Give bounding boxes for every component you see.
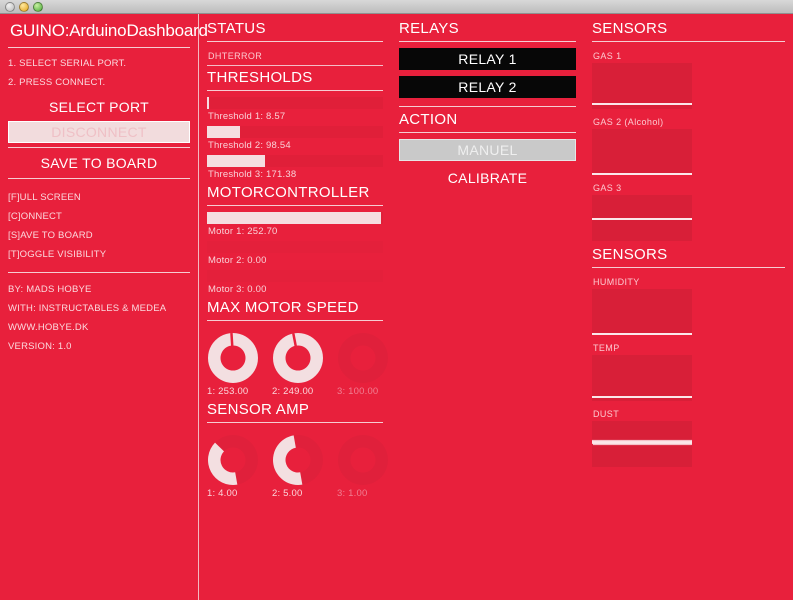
relays-panel: RELAYS RELAY 1 RELAY 2 ACTION MANUEL CAL…: [391, 14, 584, 189]
guino-dashboard-window: GUINO:ArduinoDashboard 1. SELECT SERIAL …: [0, 0, 793, 600]
sensor-amp-knob-3-label: 3: 1.00: [337, 488, 368, 499]
window-titlebar: [0, 0, 793, 14]
max-motor-speed-knob-2-label: 2: 249.00: [272, 386, 314, 397]
credit-partners: WITH: INSTRUCTABLES & MEDEA: [8, 303, 167, 314]
sensor-amp-knobs: 1: 4.00 2: 5.00 3: 1.00: [207, 429, 388, 499]
sensor-amp-knob-1[interactable]: [207, 434, 259, 486]
divider: [592, 41, 785, 42]
dust-graph: [592, 421, 692, 467]
gas-1-label: GAS 1: [593, 51, 622, 61]
motor-2-slider[interactable]: [207, 241, 383, 253]
relays-heading: RELAYS: [399, 20, 459, 37]
threshold-1-label: Threshold 1: 8.57: [208, 111, 286, 122]
gas-2-label: GAS 2 (Alcohol): [593, 117, 664, 127]
divider: [8, 272, 190, 273]
zoom-button[interactable]: [33, 1, 43, 12]
divider: [207, 65, 383, 66]
gas-3-label: GAS 3: [593, 183, 622, 193]
sensors-panel: SENSORS GAS 1 GAS 2 (Alcohol) GAS 3 SENS…: [584, 14, 793, 467]
shortcut-save-to-board[interactable]: [S]AVE TO BOARD: [8, 226, 190, 245]
max-motor-speed-knob-1[interactable]: [207, 332, 259, 384]
sensor-amp-knob-2-label: 2: 5.00: [272, 488, 303, 499]
motor-1-label: Motor 1: 252.70: [208, 226, 278, 237]
divider: [399, 106, 576, 107]
sensor-amp-knob-2[interactable]: [272, 434, 324, 486]
shortcut-connect[interactable]: [C]ONNECT: [8, 207, 190, 226]
max-motor-speed-heading: MAX MOTOR SPEED: [207, 299, 359, 316]
divider: [8, 47, 190, 48]
relay-2-button[interactable]: RELAY 2: [399, 76, 576, 98]
threshold-2-label: Threshold 2: 98.54: [208, 140, 291, 151]
max-motor-speed-knob-3[interactable]: [337, 332, 389, 384]
calibrate-button[interactable]: CALIBRATE: [399, 167, 576, 189]
gas-3-graph: [592, 195, 692, 241]
minimize-button[interactable]: [19, 1, 29, 12]
threshold-1-slider[interactable]: [207, 97, 383, 109]
motor-3-slider[interactable]: [207, 270, 383, 282]
motor-2-label: Motor 2: 0.00: [208, 255, 267, 266]
relay-1-button[interactable]: RELAY 1: [399, 48, 576, 70]
thresholds-heading: THRESHOLDS: [207, 69, 313, 86]
divider: [207, 41, 383, 42]
divider: [8, 178, 190, 179]
motor-3-label: Motor 3: 0.00: [208, 284, 267, 295]
save-to-board-button[interactable]: SAVE TO BOARD: [8, 152, 190, 174]
page-title: GUINO:ArduinoDashboard: [10, 21, 208, 40]
max-motor-speed-knob-1-label: 1: 253.00: [207, 386, 249, 397]
select-port-button[interactable]: SELECT PORT: [8, 96, 190, 118]
manuel-button[interactable]: MANUEL: [399, 139, 576, 161]
credit-version: VERSION: 1.0: [8, 341, 72, 352]
gas-2-graph: [592, 129, 692, 175]
motorcontroller-heading: MOTORCONTROLLER: [207, 184, 370, 201]
divider: [207, 205, 383, 206]
status-heading: STATUS: [207, 20, 266, 37]
divider: [207, 90, 383, 91]
divider: [399, 41, 576, 42]
divider: [207, 320, 383, 321]
humidity-graph: [592, 289, 692, 335]
temp-label: TEMP: [593, 343, 620, 353]
sensors-heading-bottom: SENSORS: [592, 246, 668, 263]
humidity-label: HUMIDITY: [593, 277, 640, 287]
disconnect-button[interactable]: DISCONNECT: [8, 121, 190, 143]
credit-author: BY: MADS HOBYE: [8, 284, 92, 295]
gas-1-graph: [592, 63, 692, 109]
max-motor-speed-knob-2[interactable]: [272, 332, 324, 384]
sensor-amp-knob-1-label: 1: 4.00: [207, 488, 238, 499]
motor-1-slider[interactable]: [207, 212, 383, 224]
status-panel: STATUS DHTERROR THRESHOLDS Threshold 1: …: [199, 14, 391, 499]
close-button[interactable]: [5, 1, 15, 12]
instruction-line-1: 1. SELECT SERIAL PORT.: [8, 58, 127, 69]
shortcut-fullscreen[interactable]: [F]ULL SCREEN: [8, 188, 190, 207]
shortcut-toggle-visibility[interactable]: [T]OGGLE VISIBILITY: [8, 245, 190, 264]
instruction-line-2: 2. PRESS CONNECT.: [8, 77, 106, 88]
divider: [207, 422, 383, 423]
credit-website: WWW.HOBYE.DK: [8, 322, 89, 333]
divider: [399, 132, 576, 133]
divider: [8, 147, 190, 148]
sensor-amp-knob-3[interactable]: [337, 434, 389, 486]
status-message: DHTERROR: [208, 51, 263, 61]
max-motor-speed-knob-3-label: 3: 100.00: [337, 386, 379, 397]
action-heading: ACTION: [399, 111, 458, 128]
left-panel: GUINO:ArduinoDashboard 1. SELECT SERIAL …: [0, 14, 208, 600]
threshold-3-label: Threshold 3: 171.38: [208, 169, 297, 180]
dust-label: DUST: [593, 409, 620, 419]
threshold-3-slider[interactable]: [207, 155, 383, 167]
threshold-2-slider[interactable]: [207, 126, 383, 138]
divider: [592, 267, 785, 268]
sensors-heading-top: SENSORS: [592, 20, 668, 37]
sensor-amp-heading: SENSOR AMP: [207, 401, 310, 418]
temp-graph: [592, 355, 692, 401]
max-motor-speed-knobs: 1: 253.00 2: 249.00 3: 100.00: [207, 327, 388, 397]
